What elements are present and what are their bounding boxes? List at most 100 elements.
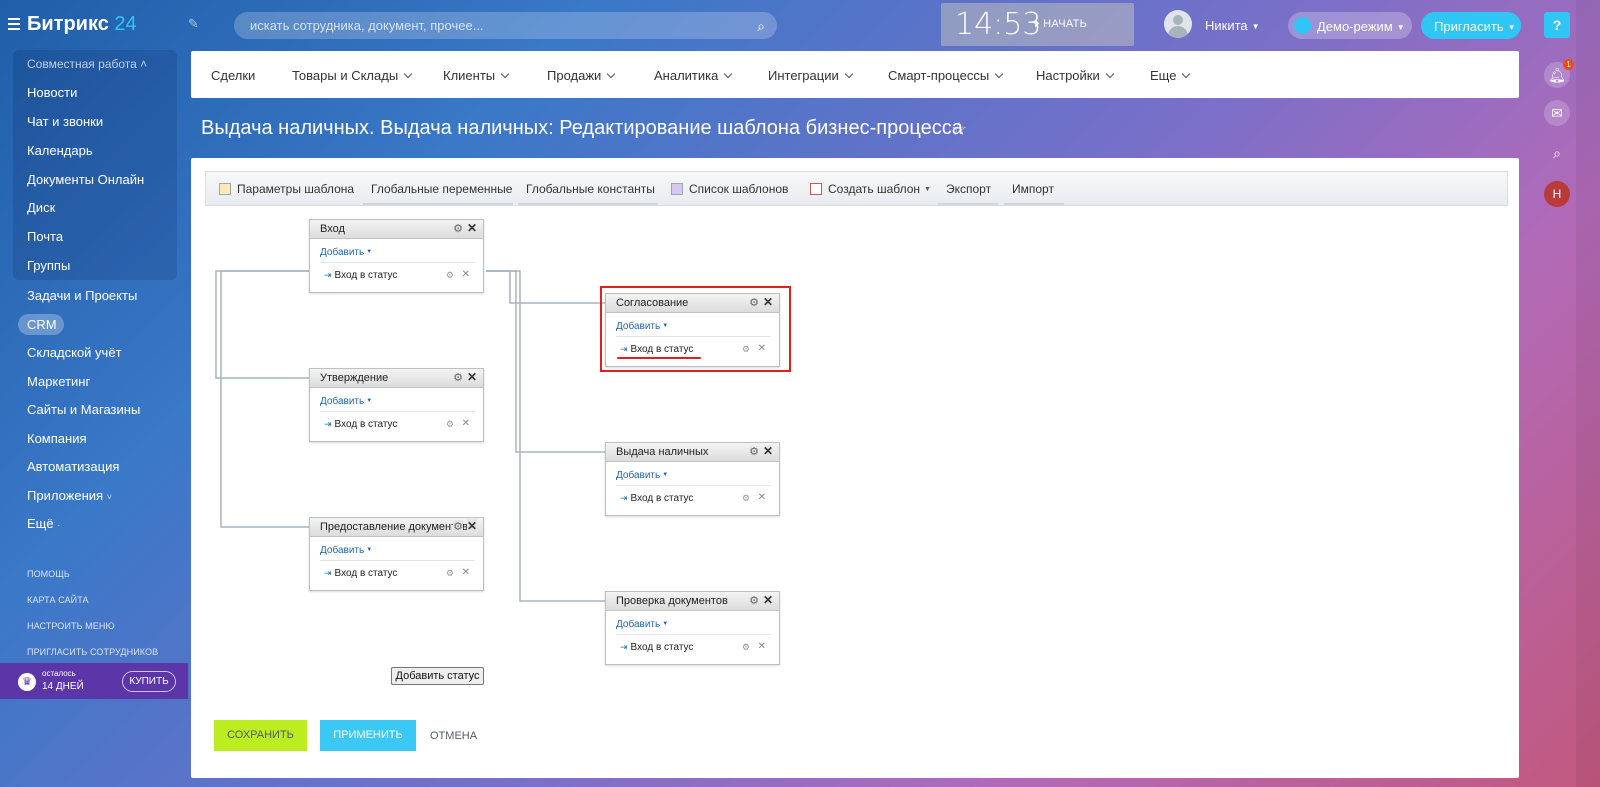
gear-icon[interactable]: ⚙: [749, 594, 759, 607]
close-icon[interactable]: ✕: [758, 641, 766, 652]
close-icon[interactable]: ✕: [467, 370, 477, 384]
pencil-icon[interactable]: ✎: [188, 16, 199, 32]
add-action-link[interactable]: Добавить ▼: [616, 619, 668, 630]
demo-mode-button[interactable]: Демо-режим ▼: [1288, 12, 1412, 39]
nav-products[interactable]: Товары и Склады: [292, 68, 413, 83]
sitemap-link[interactable]: КАРТА САЙТА: [27, 595, 89, 605]
status-box[interactable]: Проверка документов ⚙ ✕ Добавить ▼ ⇥ Вход в…: [605, 591, 780, 665]
sidebar-group-title[interactable]: Совместная работа ˄: [27, 57, 147, 71]
gear-icon[interactable]: ⚙: [453, 520, 463, 533]
add-action-link[interactable]: Добавить ▼: [320, 247, 372, 258]
top-nav: Сделки Товары и Склады Клиенты Продажи А…: [191, 51, 1519, 98]
status-box[interactable]: Предоставление документов ⚙ ✕ Добавить ▼ ⇥…: [309, 517, 484, 591]
apply-button[interactable]: ПРИМЕНИТЬ: [320, 720, 416, 751]
template-list-button[interactable]: Список шаблонов: [671, 182, 788, 196]
buy-button[interactable]: КУПИТЬ: [122, 671, 176, 692]
gear-icon[interactable]: ⚙: [446, 568, 454, 579]
gear-icon[interactable]: ⚙: [446, 270, 454, 281]
invite-label: Пригласить: [1434, 19, 1504, 34]
avatar: [1164, 10, 1192, 38]
status-action[interactable]: ⇥ Вход в статус: [324, 419, 397, 430]
logo[interactable]: Битрикс 24: [27, 13, 137, 36]
chevron-down-icon: [844, 69, 853, 79]
sidebar-item-crm[interactable]: CRM: [18, 314, 64, 335]
sidebar-item-documents[interactable]: Документы Онлайн: [27, 172, 144, 187]
invite-employees-link[interactable]: ПРИГЛАСИТЬ СОТРУДНИКОВ: [27, 647, 158, 657]
cancel-button[interactable]: ОТМЕНА: [430, 730, 477, 742]
caret-down-icon: ▼: [1396, 23, 1405, 33]
notifications-button[interactable]: 🔔︎ 1: [1544, 59, 1574, 88]
status-box[interactable]: Утверждение ⚙ ✕ Добавить ▼ ⇥ Вход в статус …: [309, 368, 484, 442]
nav-analytics[interactable]: Аналитика: [654, 68, 733, 83]
status-action[interactable]: ⇥ Вход в статус: [324, 270, 397, 281]
user-avatar-button[interactable]: Н: [1544, 181, 1570, 207]
nav-deals[interactable]: Сделки: [211, 68, 255, 83]
gear-icon[interactable]: ⚙: [742, 642, 750, 653]
close-icon[interactable]: ✕: [467, 221, 477, 235]
sidebar-item-apps[interactable]: Приложения ˅: [27, 488, 112, 503]
nav-clients[interactable]: Клиенты: [443, 68, 510, 83]
gear-icon[interactable]: ⚙: [446, 419, 454, 430]
add-action-link[interactable]: Добавить ▼: [320, 396, 372, 407]
nav-smart-processes[interactable]: Смарт-процессы: [888, 68, 1004, 83]
sidebar-item-more[interactable]: Ещё ·: [27, 516, 60, 531]
nav-integrations[interactable]: Интеграции: [768, 68, 853, 83]
sidebar-item-news[interactable]: Новости: [27, 85, 77, 100]
status-action[interactable]: ⇥ Вход в статус: [620, 493, 693, 504]
sidebar-item-mail[interactable]: Почта: [27, 229, 63, 244]
chevron-down-icon: [724, 69, 733, 79]
sidebar-item-tasks[interactable]: Задачи и Проекты: [27, 288, 137, 303]
status-action[interactable]: ⇥ Вход в статус: [620, 642, 693, 653]
sidebar-item-chat[interactable]: Чат и звонки: [27, 114, 103, 129]
status-action[interactable]: ⇥ Вход в статус: [324, 568, 397, 579]
nav-sales[interactable]: Продажи: [547, 68, 616, 83]
global-variables-button[interactable]: Глобальные переменные: [371, 182, 512, 196]
close-icon[interactable]: ✕: [466, 519, 477, 533]
sidebar-item-automation[interactable]: Автоматизация: [27, 459, 119, 474]
status-box[interactable]: Выдача наличных ⚙ ✕ Добавить ▼ ⇥ Вход в ста…: [605, 442, 780, 516]
favorite-star-icon[interactable]: ☆: [951, 119, 967, 140]
close-icon[interactable]: ✕: [758, 492, 766, 503]
start-day-button[interactable]: ⏵ НАЧАТЬ: [1034, 18, 1087, 31]
export-button[interactable]: Экспорт: [946, 182, 991, 196]
help-button[interactable]: ?: [1544, 12, 1570, 38]
sidebar-item-calendar[interactable]: Календарь: [27, 143, 93, 158]
help-link[interactable]: ПОМОЩЬ: [27, 569, 70, 579]
gear-icon[interactable]: ⚙: [453, 371, 463, 384]
global-constants-button[interactable]: Глобальные константы: [526, 182, 655, 196]
search-icon[interactable]: ⌕: [1544, 140, 1570, 166]
nav-settings[interactable]: Настройки: [1036, 68, 1114, 83]
template-params-button[interactable]: Параметры шаблона: [219, 182, 354, 196]
sidebar-item-disk[interactable]: Диск: [27, 200, 55, 215]
sidebar-item-sites[interactable]: Сайты и Магазины: [27, 402, 140, 417]
chevron-down-icon: [403, 69, 413, 79]
close-icon[interactable]: ✕: [462, 269, 470, 280]
invite-button[interactable]: Пригласить ▼: [1421, 12, 1521, 39]
close-icon[interactable]: ✕: [763, 593, 773, 607]
close-icon[interactable]: ✕: [462, 418, 470, 429]
sidebar-item-inventory[interactable]: Складской учёт: [27, 345, 122, 360]
menu-burger-icon[interactable]: [8, 18, 20, 30]
search-icon[interactable]: ⌕: [757, 18, 765, 35]
list-icon: [671, 183, 683, 195]
gear-icon[interactable]: ⚙: [749, 445, 759, 458]
add-action-link[interactable]: Добавить ▼: [320, 545, 372, 556]
close-icon[interactable]: ✕: [763, 444, 773, 458]
gear-icon[interactable]: ⚙: [742, 493, 750, 504]
sidebar-item-marketing[interactable]: Маркетинг: [27, 374, 90, 389]
sidebar-item-groups[interactable]: Группы: [27, 258, 70, 273]
gear-icon[interactable]: ⚙: [453, 222, 463, 235]
add-action-link[interactable]: Добавить ▼: [616, 470, 668, 481]
search-input[interactable]: [234, 12, 777, 39]
add-status-button[interactable]: Добавить статус: [391, 667, 484, 685]
import-button[interactable]: Импорт: [1012, 182, 1054, 196]
status-box[interactable]: Вход ⚙ ✕ Добавить ▼ ⇥ Вход в статус ⚙ ✕: [309, 219, 484, 293]
close-icon[interactable]: ✕: [462, 567, 470, 578]
work-day-widget[interactable]: 14:53 ⏵ НАЧАТЬ: [941, 3, 1134, 46]
save-button[interactable]: СОХРАНИТЬ: [214, 720, 307, 751]
chat-icon[interactable]: ✉︎: [1544, 100, 1570, 126]
create-template-button[interactable]: Создать шаблон ▼: [810, 182, 931, 196]
configure-menu-link[interactable]: НАСТРОИТЬ МЕНЮ: [27, 621, 115, 631]
sidebar-item-company[interactable]: Компания: [27, 431, 87, 446]
nav-more[interactable]: Еще: [1150, 68, 1191, 83]
